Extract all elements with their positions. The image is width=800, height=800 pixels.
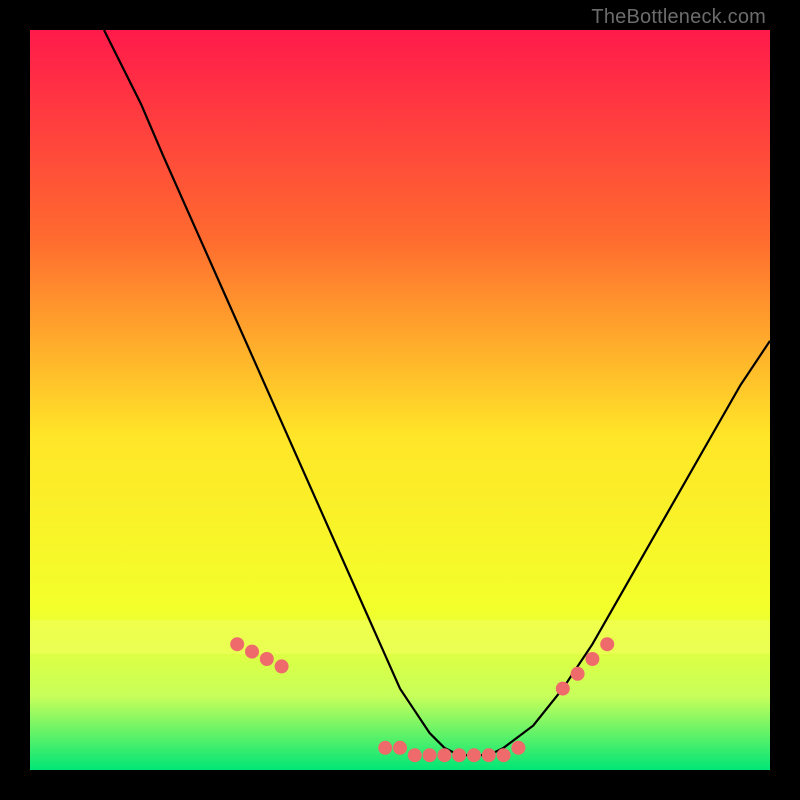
highlight-dot xyxy=(260,652,274,666)
highlight-dot xyxy=(230,637,244,651)
highlight-dot xyxy=(585,652,599,666)
highlight-dot xyxy=(275,659,289,673)
highlight-dot xyxy=(437,748,451,762)
highlight-dot xyxy=(467,748,481,762)
highlight-dot xyxy=(393,741,407,755)
highlight-dot xyxy=(482,748,496,762)
highlight-dot xyxy=(511,741,525,755)
watermark-text: TheBottleneck.com xyxy=(591,6,766,29)
highlight-dot xyxy=(245,645,259,659)
highlight-dot xyxy=(378,741,392,755)
bottleneck-chart xyxy=(30,30,770,770)
chart-frame xyxy=(30,30,770,770)
highlight-dot xyxy=(452,748,466,762)
highlight-dot xyxy=(408,748,422,762)
highlight-dot xyxy=(571,667,585,681)
gradient-background xyxy=(30,30,770,770)
highlight-dot xyxy=(497,748,511,762)
highlight-dot xyxy=(423,748,437,762)
highlight-dot xyxy=(556,682,570,696)
highlight-band xyxy=(30,620,770,654)
highlight-dot xyxy=(600,637,614,651)
